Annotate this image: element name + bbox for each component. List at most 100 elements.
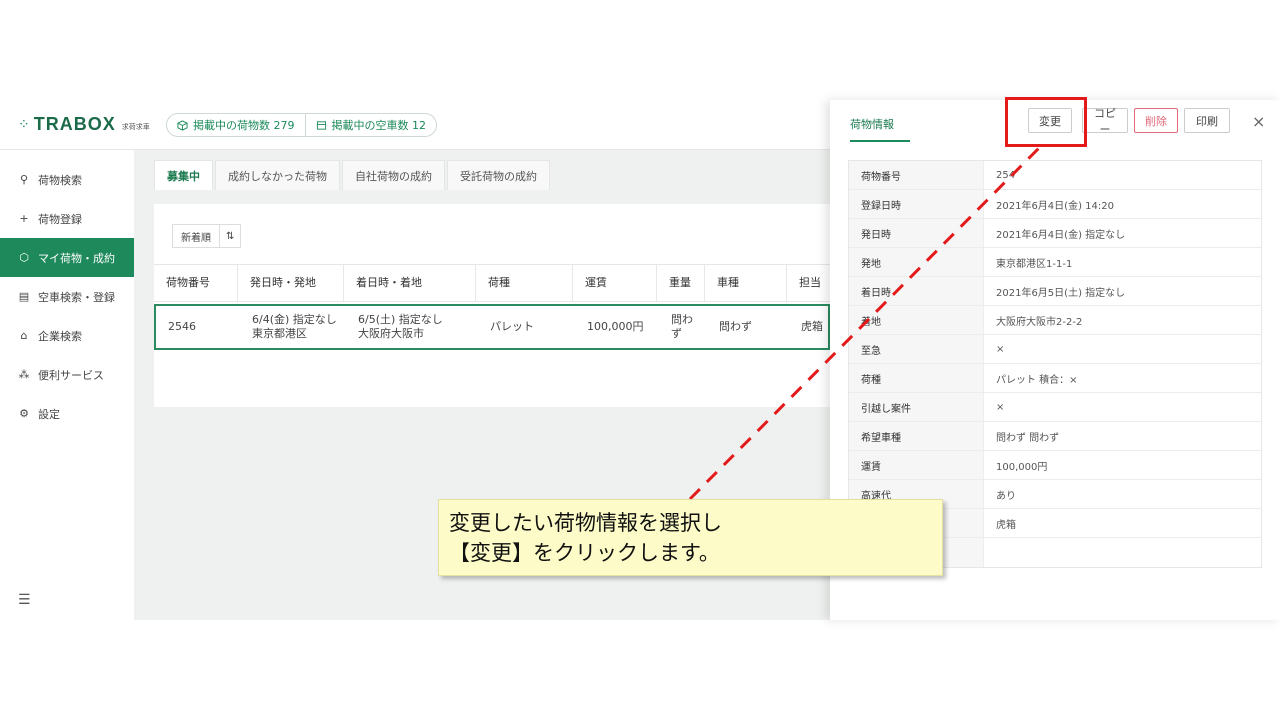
detail-label: 至急 (849, 335, 984, 363)
sort-select[interactable]: 新着順 ⇅ (172, 224, 242, 248)
truck-icon: ▤ (18, 290, 30, 303)
tab-own-contracted[interactable]: 自社荷物の成約 (342, 160, 445, 190)
column-header[interactable]: 荷物番号 (154, 265, 238, 301)
sidebar-item-truck-search[interactable]: ▤ 空車検索・登録 (0, 277, 134, 316)
sidebar-item-company-search[interactable]: ⌂ 企業検索 (0, 316, 134, 355)
detail-value: 2021年6月4日(金) 指定なし (996, 229, 1126, 241)
box-icon: ⬡ (19, 251, 29, 264)
detail-label: 着地 (849, 306, 984, 334)
sidebar-item-label: マイ荷物・成約 (38, 251, 115, 265)
detail-row: 荷種 パレット 積合：× (849, 364, 1261, 393)
detail-label: 運賃 (849, 451, 984, 479)
detail-value: 2021年6月5日(土) 指定なし (996, 287, 1126, 299)
detail-value: 大阪府大阪市2-2-2 (996, 316, 1083, 328)
weight-cell: 問わず (671, 313, 693, 340)
callout-line: 変更したい荷物情報を選択し (449, 511, 722, 535)
column-header[interactable]: 発日時・発地 (238, 265, 344, 301)
copy-button[interactable]: コピー (1082, 107, 1128, 136)
column-header[interactable]: 運賃 (573, 265, 657, 301)
cargo-id-cell: 2546 (168, 320, 196, 334)
sidebar-item-label: 空車検索・登録 (38, 290, 115, 304)
detail-value: 問わず 問わず (996, 432, 1060, 444)
vehicle-cell: 問わず (719, 320, 752, 334)
logo-text: TRABOX (33, 114, 116, 134)
sidebar-item-label: 荷物登録 (38, 212, 82, 226)
detail-label: 発日時 (849, 219, 984, 247)
departure-cell: 6/4(金) 指定なし 東京都港区 (240, 306, 346, 348)
sidebar: ⚲ 荷物検索 + 荷物登録 ⬡ マイ荷物・成約 ▤ 空車検索・登録 ⌂ 企業検索… (0, 150, 134, 620)
detail-row: 発地 東京都港区1-1-1 (849, 248, 1261, 277)
detail-label: 登録日時 (849, 190, 984, 218)
sidebar-item-services[interactable]: ⁂ 便利サービス (0, 355, 134, 394)
sidebar-item-label: 企業検索 (38, 329, 82, 343)
sidebar-item-cargo-register[interactable]: + 荷物登録 (0, 199, 134, 238)
collapse-menu-icon[interactable]: ☰ (18, 592, 31, 608)
sidebar-item-label: 便利サービス (38, 368, 104, 382)
column-header[interactable]: 着日時・着地 (344, 265, 476, 301)
tab-consigned-contracted[interactable]: 受託荷物の成約 (447, 160, 550, 190)
close-icon[interactable]: × (1252, 112, 1265, 131)
detail-label: 荷物番号 (849, 161, 984, 189)
gear-icon: ⚙ (19, 407, 29, 420)
print-button[interactable]: 印刷 (1184, 108, 1230, 133)
departure-date: 6/4(金) 指定なし (252, 313, 337, 327)
delete-button[interactable]: 削除 (1134, 108, 1178, 133)
logo-icon: ⁘ (18, 116, 30, 133)
sort-order-icon[interactable]: ⇅ (219, 225, 240, 247)
callout-line: 【変更】をクリックします。 (449, 541, 720, 565)
column-header[interactable]: 重量 (657, 265, 705, 301)
truck-count-text: 掲載中の空車数 12 (331, 119, 427, 132)
detail-label: 着日時 (849, 277, 984, 305)
detail-value: 100,000円 (996, 461, 1048, 473)
table-row[interactable]: 2546 6/4(金) 指定なし 東京都港区 6/5(土) 指定なし 大阪府大阪… (154, 304, 830, 350)
detail-row: 着日時 2021年6月5日(土) 指定なし (849, 277, 1261, 306)
detail-label: 発地 (849, 248, 984, 276)
arrival-date: 6/5(土) 指定なし (358, 313, 443, 327)
tab-recruiting[interactable]: 募集中 (154, 160, 213, 190)
column-header[interactable]: 荷種 (476, 265, 573, 301)
detail-value (984, 538, 1261, 567)
tab-not-contracted[interactable]: 成約しなかった荷物 (215, 160, 340, 190)
cargo-type-cell: パレット (490, 320, 534, 334)
arrival-cell: 6/5(土) 指定なし 大阪府大阪市 (346, 306, 478, 348)
detail-row: 発日時 2021年6月4日(金) 指定なし (849, 219, 1261, 248)
detail-value: 2021年6月4日(金) 14:20 (996, 200, 1114, 212)
detail-value: あり (996, 490, 1016, 502)
detail-value: パレット 積合：× (996, 374, 1078, 386)
top-bar: ⁘ TRABOX 求荷求車 掲載中の荷物数 279 掲載中の空車数 12 (0, 100, 830, 150)
detail-row: 至急 × (849, 335, 1261, 364)
sidebar-item-cargo-search[interactable]: ⚲ 荷物検索 (0, 160, 134, 199)
detail-value: × (996, 343, 1005, 355)
sidebar-item-label: 設定 (38, 407, 60, 421)
logo-subtitle: 求荷求車 (121, 123, 150, 131)
detail-row: 着地 大阪府大阪市2-2-2 (849, 306, 1261, 335)
sidebar-item-settings[interactable]: ⚙ 設定 (0, 394, 134, 433)
cargo-list-card: 新着順 ⇅ 荷物番号 発日時・発地 着日時・着地 荷種 運賃 重量 車種 担当 … (154, 204, 830, 407)
column-header[interactable]: 車種 (705, 265, 787, 301)
detail-row: 登録日時 2021年6月4日(金) 14:20 (849, 190, 1261, 219)
sidebar-item-my-cargo[interactable]: ⬡ マイ荷物・成約 (0, 238, 134, 277)
arrival-place: 大阪府大阪市 (358, 327, 424, 340)
detail-row: 希望車種 問わず 問わず (849, 422, 1261, 451)
logo[interactable]: ⁘ TRABOX 求荷求車 (18, 114, 150, 135)
detail-label: 引越し案件 (849, 393, 984, 421)
detail-row: 引越し案件 × (849, 393, 1261, 422)
instruction-callout: 変更したい荷物情報を選択し 【変更】をクリックします。 (438, 499, 943, 576)
truck-count-link[interactable]: 掲載中の空車数 12 (304, 114, 437, 136)
fare-cell: 100,000円 (587, 320, 644, 334)
truck-icon (316, 120, 326, 130)
detail-label: 希望車種 (849, 422, 984, 450)
tab-cargo-info[interactable]: 荷物情報 (850, 116, 910, 142)
cargo-count-link[interactable]: 掲載中の荷物数 279 (167, 114, 305, 136)
status-tabs: 募集中 成約しなかった荷物 自社荷物の成約 受託荷物の成約 (154, 160, 550, 190)
sort-label: 新着順 (181, 232, 211, 244)
sidebar-item-label: 荷物検索 (38, 173, 82, 187)
detail-row: 荷物番号 254 (849, 161, 1261, 190)
cargo-count-text: 掲載中の荷物数 279 (193, 119, 295, 132)
listing-counter: 掲載中の荷物数 279 掲載中の空車数 12 (166, 113, 437, 137)
detail-value: 虎箱 (996, 519, 1016, 531)
departure-place: 東京都港区 (252, 327, 307, 340)
detail-row: 運賃 100,000円 (849, 451, 1261, 480)
column-header[interactable]: 担当 (787, 265, 830, 301)
table-header: 荷物番号 発日時・発地 着日時・着地 荷種 運賃 重量 車種 担当 (154, 264, 830, 302)
